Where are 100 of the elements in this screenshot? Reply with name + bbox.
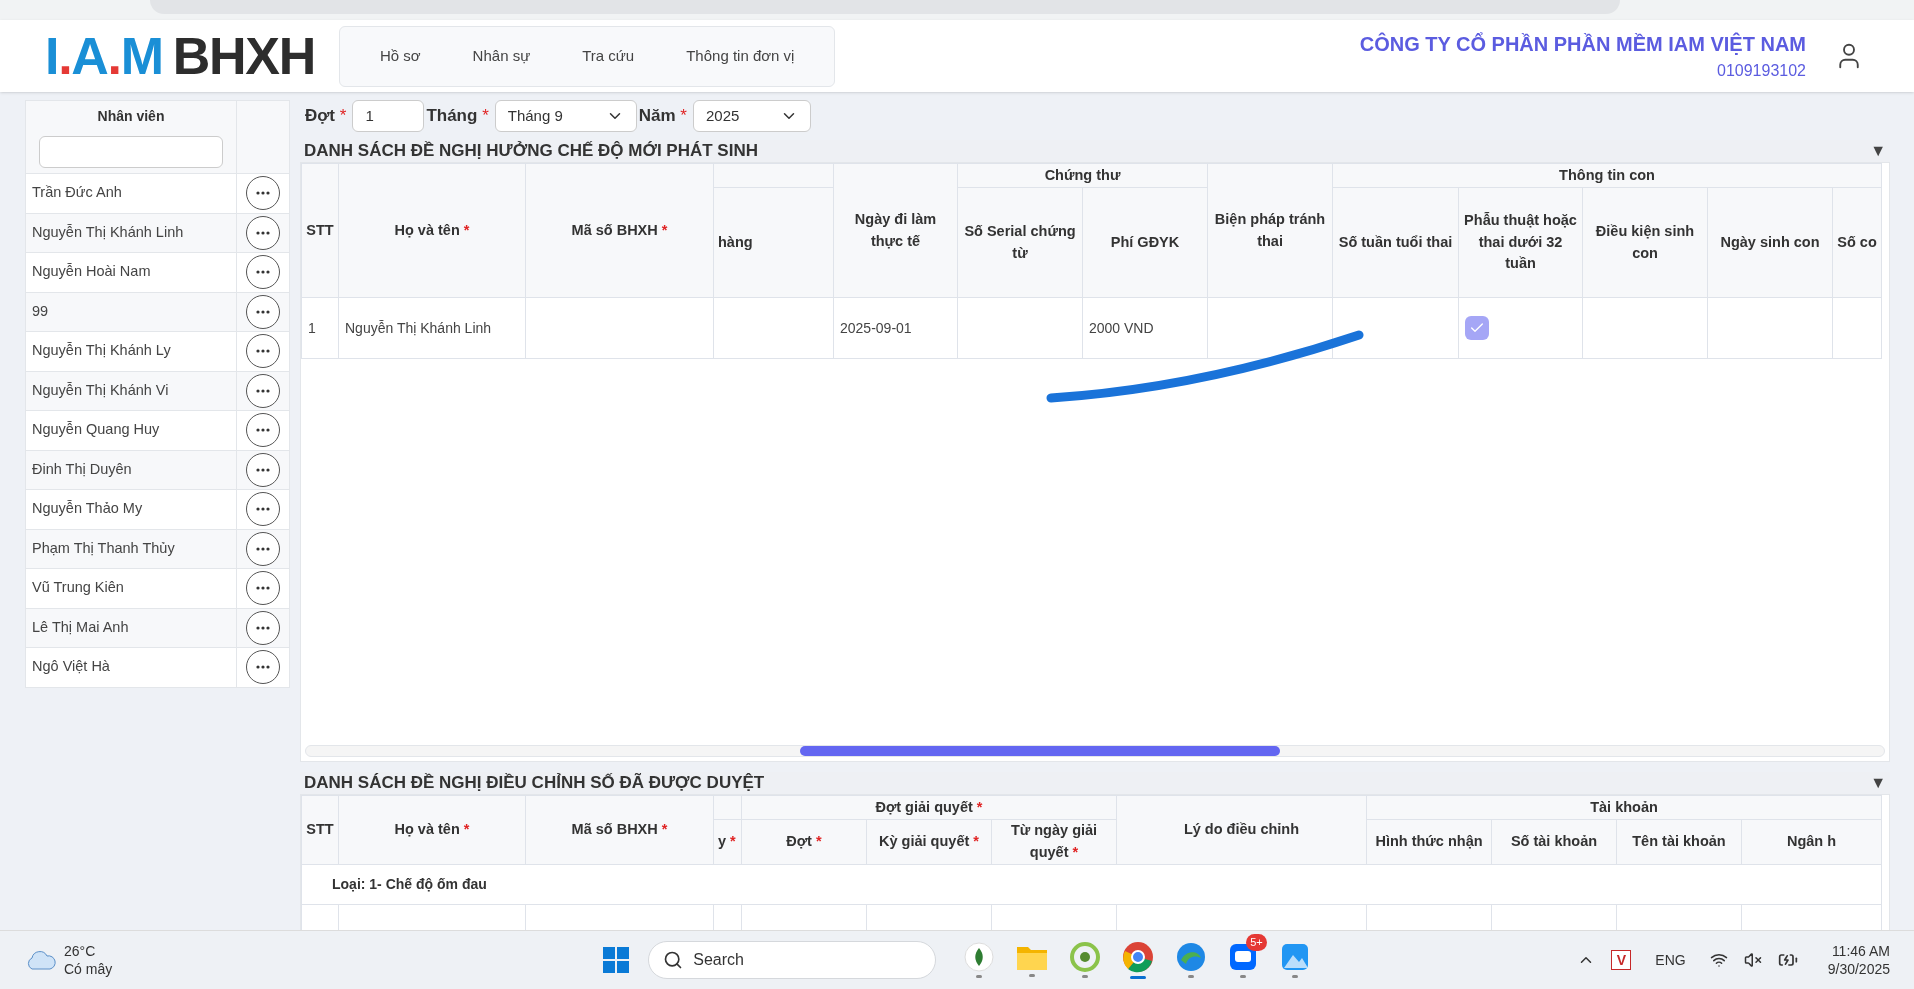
more-button[interactable] (246, 294, 280, 329)
more-button[interactable] (246, 176, 280, 211)
column-header: Lý do điều chỉnh (1182, 819, 1301, 839)
scrollbar-thumb[interactable] (800, 746, 1280, 756)
ellipsis-icon (256, 191, 270, 196)
checkbox[interactable] (1465, 316, 1489, 340)
ellipsis-icon (256, 309, 270, 314)
employee-name[interactable]: Nguyễn Thị Khánh Ly (26, 332, 237, 371)
employee-name[interactable]: Trần Đức Anh (26, 174, 237, 213)
column-header: Đợt giải quyết * (874, 797, 984, 817)
logo-letter: I (45, 27, 59, 85)
mountain-icon[interactable] (1280, 942, 1311, 972)
table-cell: Nguyễn Thị Khánh Linh (345, 319, 492, 336)
dropdown[interactable]: Tháng 9 (494, 100, 637, 132)
tray-app-icon[interactable]: V (1611, 950, 1632, 970)
nav-link[interactable]: Nhân sự (472, 44, 531, 68)
volume-muted-icon[interactable] (1743, 951, 1762, 969)
column-header: Từ ngày giải quyết * (1009, 821, 1099, 862)
column-header: Kỳ giải quyết * (878, 831, 980, 851)
ellipsis-icon (256, 467, 270, 472)
employee-name[interactable]: Nguyễn Thảo My (26, 490, 237, 529)
employee-name[interactable]: Ngô Việt Hà (26, 648, 237, 687)
column-header: y * (718, 831, 737, 851)
column-header: Họ và tên * (393, 819, 471, 839)
column-header: Ngày sinh con (1719, 232, 1821, 252)
column-header: Mã số BHXH * (570, 819, 669, 839)
language-indicator[interactable]: ENG (1655, 949, 1686, 971)
more-button[interactable] (246, 531, 280, 566)
table-cell: 1 (308, 319, 316, 336)
ellipsis-icon (256, 230, 270, 235)
logo: I.A.M BHXH (45, 30, 315, 82)
wifi-icon[interactable] (1709, 951, 1728, 969)
wave-icon[interactable] (1176, 942, 1207, 972)
more-button[interactable] (246, 492, 280, 527)
ellipsis-icon (256, 507, 270, 512)
ellipsis-icon (256, 349, 270, 354)
column-header: Thông tin con (1558, 165, 1656, 185)
weather-condition: Có mây (64, 960, 113, 978)
column-header: Số Serial chứng từ (963, 221, 1077, 263)
ellipsis-icon (256, 270, 270, 275)
column-header: Đợt * (785, 831, 823, 851)
more-button[interactable] (246, 413, 280, 448)
more-button[interactable] (246, 373, 280, 408)
employee-name[interactable]: Nguyễn Hoài Nam (26, 253, 237, 292)
horizontal-scrollbar[interactable] (305, 745, 1885, 757)
column-header: Số co (1837, 232, 1877, 252)
column-header: Biện pháp tránh thai (1213, 209, 1327, 251)
clock-time[interactable]: 11:46 AM (1831, 942, 1890, 960)
column-header: Hình thức nhận (1374, 831, 1484, 851)
logo-letter: A (71, 27, 108, 85)
collapse-toggle[interactable]: ▼ (1870, 139, 1886, 163)
column-header: Điều kiện sinh con (1594, 221, 1696, 263)
more-button[interactable] (246, 571, 280, 606)
column-header: hàng (718, 232, 754, 252)
column-header: Chứng thư (1043, 165, 1122, 185)
logo-letter: . (58, 27, 72, 85)
nav-link[interactable]: Hồ sơ (379, 44, 421, 68)
logo-letter: . (107, 27, 121, 85)
notification-badge: 5+ (1246, 934, 1267, 951)
section-title: DANH SÁCH ĐỀ NGHỊ ĐIỀU CHỈNH SỐ ĐÃ ĐƯỢC DUYỆT (304, 772, 765, 795)
taskbar-search-field[interactable]: Search (648, 941, 937, 979)
dropdown[interactable]: 2025 (692, 100, 811, 132)
clock-date[interactable]: 9/30/2025 (1827, 960, 1890, 978)
ellipsis-icon (256, 428, 270, 433)
nav-link[interactable]: Tra cứu (582, 44, 635, 68)
filter-label: Đợt * (305, 105, 347, 128)
column-header: Phí GĐYK (1109, 232, 1181, 252)
employee-name[interactable]: Nguyễn Quang Huy (26, 411, 237, 450)
ellipsis-icon (256, 388, 270, 393)
column-header: Họ và tên * (393, 220, 471, 240)
employee-name[interactable]: Vũ Trung Kiên (26, 569, 237, 608)
search-icon (663, 950, 684, 970)
company-name: CÔNG TY CỔ PHẦN PHẦN MỀM IAM VIỆT NAM (1359, 31, 1806, 57)
ellipsis-icon (256, 665, 270, 670)
more-button[interactable] (246, 255, 280, 290)
column-header: Ngân h (1785, 831, 1838, 851)
start-icon[interactable] (602, 946, 631, 974)
column-header: Ngày đi làm thực tế (853, 209, 938, 251)
swirl-icon[interactable] (1070, 942, 1101, 972)
column-header: Số tuần tuổi thai (1337, 232, 1454, 252)
column-header: Mã số BHXH * (570, 220, 669, 240)
leaf-icon[interactable] (964, 942, 995, 972)
weather-temperature: 26°C (64, 942, 97, 960)
nav-link[interactable]: Thông tin đơn vị (686, 44, 795, 68)
batch-field[interactable]: 1 (352, 100, 425, 132)
company-tax-code: 0109193102 (1717, 61, 1806, 81)
search-field[interactable] (39, 136, 223, 168)
more-button[interactable] (246, 650, 280, 685)
more-button[interactable] (246, 215, 280, 250)
filter-label: Tháng * (426, 105, 489, 128)
filter-label: Năm * (638, 105, 687, 128)
browser-icon[interactable] (1122, 941, 1155, 973)
collapse-toggle[interactable]: ▼ (1870, 771, 1886, 795)
more-button[interactable] (246, 452, 280, 487)
more-button[interactable] (246, 610, 280, 645)
column-header: Phẫu thuật hoặc thai dưới 32 tuần (1463, 210, 1578, 274)
ellipsis-icon (256, 586, 270, 591)
section-title: DANH SÁCH ĐỀ NGHỊ HƯỞNG CHẾ ĐỘ MỚI PHÁT SINH (304, 140, 758, 163)
ellipsis-icon (256, 625, 270, 630)
more-button[interactable] (246, 334, 280, 369)
